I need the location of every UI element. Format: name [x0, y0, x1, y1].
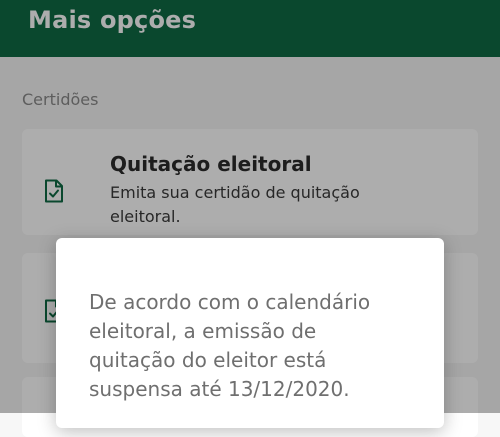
alert-dialog: De acordo com o calendário eleitoral, a … — [56, 238, 444, 428]
dialog-message: De acordo com o calendário eleitoral, a … — [89, 290, 371, 401]
